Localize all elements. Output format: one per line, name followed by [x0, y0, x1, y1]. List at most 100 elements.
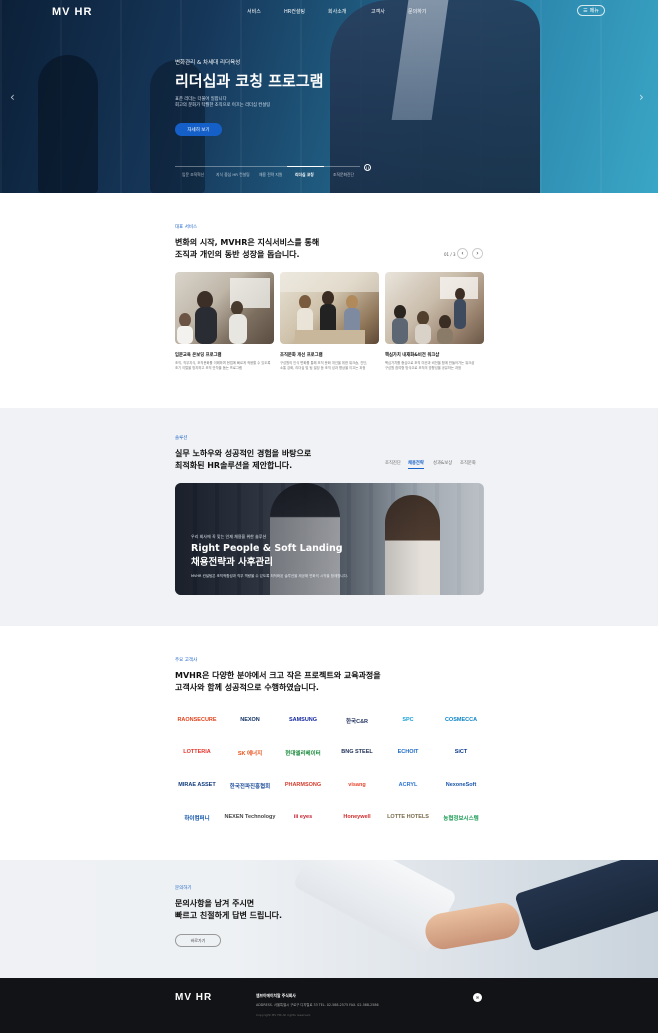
client-logo: ECHOIT [397, 749, 419, 755]
clients-title: MVHR은 다양한 분야에서 크고 작은 프로젝트와 교육과정을 고객사와 함께… [175, 670, 381, 694]
hero-tabs-indicator [287, 166, 324, 167]
hero-silhouette [38, 55, 98, 193]
solutions-title-line: 실무 노하우와 성공적인 경험을 바탕으로 [175, 449, 312, 458]
client-logo: RAONSECURE [177, 717, 217, 723]
client-logo: NEXON [240, 717, 260, 723]
banner-title-line: 채용전략과 사후관리 [191, 557, 273, 568]
contact-eyebrow: 문의하기 [175, 886, 192, 891]
hero-tab[interactable]: 지식 중심 HR 컨설팅 [216, 172, 250, 178]
client-logo: SAMSUNG [288, 717, 318, 723]
client-logo: LOTTE HOTELS [387, 814, 429, 820]
nav-item-clients[interactable]: 고객사 [371, 8, 385, 15]
contact-sleeve [514, 860, 658, 952]
hero-eyebrow: 변화관리 & 차세대 리더육성 [175, 60, 241, 66]
carousel-prev-icon[interactable]: ‹ [457, 248, 468, 259]
footer-logo[interactable]: MV HR [175, 992, 212, 1003]
meeting-photo [177, 278, 270, 344]
hamburger-icon: ☰ [583, 7, 588, 14]
card-description: 조직, 직무지식, 조직문화를 이해하며 현업에 빠르게 적응할 수 있도록 조… [175, 361, 273, 371]
services-title-line: 조직과 개인의 동반 성장을 돕습니다. [175, 250, 300, 259]
banner-eyebrow: 우리 회사에 꼭 맞는 인재 채용을 위한 솔루션 [191, 534, 267, 539]
hero-tab[interactable]: 조직문화진단 [333, 172, 354, 178]
page: MV HR 서비스 HR컨설팅 회사소개 고객사 문의하기 ☰ 메뉴 변화관리 … [0, 0, 658, 1033]
client-logo: 한국C&R [345, 719, 369, 725]
nav-item-consulting[interactable]: HR컨설팅 [284, 8, 305, 15]
banner-title-line: Right People & Soft Landing [191, 543, 343, 554]
client-logo: BNG STEEL [341, 749, 373, 755]
card-desc-line: 소통 강화, 리더십 및 팀 빌딩 등 조직 성과 향상을 이끄는 과정 [280, 366, 366, 370]
hero-tab-active[interactable]: 리더십 코칭 [295, 172, 314, 178]
card-image-culture[interactable] [280, 272, 379, 344]
banner-description: MVHR 컨설팅은 조직적합성과 직무 역량을 수 있도록 최적화된 솔루션을 … [191, 574, 348, 578]
solutions-eyebrow: 솔루션 [175, 436, 188, 441]
contact-title: 문의사항을 남겨 주시면 빠르고 친절하게 답변 드립니다. [175, 898, 282, 922]
contact-title-line: 빠르고 친절하게 답변 드립니다. [175, 911, 283, 920]
client-logo: LOTTERIA [183, 749, 211, 755]
client-logo: 한국전파진흥협회 [229, 784, 271, 790]
client-logo: Honeywell [343, 814, 371, 820]
solution-tab[interactable]: 조직진단 [385, 460, 401, 466]
team-photo [280, 272, 379, 344]
solution-tab[interactable]: 성과&보상 [433, 460, 452, 466]
card-desc-line: 조기 이탈을 방지하고 조직 안착을 돕는 프로그램 [175, 366, 242, 370]
client-logo: NexoneSoft [445, 782, 477, 788]
client-logo: ACRYL [398, 782, 418, 788]
card-description: 구성원의 인식 변화를 통해 조직 문화 개선을 위한 워크숍, 진단, 소통 … [280, 361, 378, 371]
contact-button[interactable]: 바로가기 [175, 934, 221, 947]
contact-title-line: 문의사항을 남겨 주시면 [175, 899, 255, 908]
solutions-title-line: 최적화된 HR솔루션을 제안합니다. [175, 461, 293, 470]
nav-item-contact[interactable]: 문의하기 [408, 8, 426, 15]
solutions-title: 실무 노하우와 성공적인 경험을 바탕으로 최적화된 HR솔루션을 제안합니다. [175, 448, 311, 472]
hero-tabs-track [175, 166, 360, 167]
contact-section [0, 860, 658, 978]
footer-copyright: Copyright MV HR All rights reserved. [256, 1013, 311, 1017]
carousel-next-icon[interactable]: › [472, 248, 483, 259]
hero-tab[interactable]: 채용 전략 지원 [259, 172, 282, 178]
footer-address: ADDRESS. 서울특별시 구로구 디지털로 33 TEL. 02-588-2… [256, 1003, 379, 1007]
solution-tab[interactable]: 조직문화 [460, 460, 476, 466]
hero-section [0, 0, 658, 193]
services-title-line: 변화의 시작, MVHR은 지식서비스를 통해 [175, 238, 320, 247]
hero-background [0, 0, 658, 193]
card-title[interactable]: 조직문화 개선 프로그램 [280, 352, 323, 358]
card-title[interactable]: 입문교육 온보딩 프로그램 [175, 352, 221, 358]
next-slide-icon[interactable]: › [639, 90, 644, 104]
nav-item-service[interactable]: 서비스 [247, 8, 261, 15]
services-title: 변화의 시작, MVHR은 지식서비스를 통해 조직과 개인의 동반 성장을 돕… [175, 237, 319, 261]
prev-slide-icon[interactable]: ‹ [10, 90, 15, 104]
client-logo: MIRAE ASSET [178, 782, 216, 788]
client-logo: 하이컴퍼니 [184, 816, 210, 822]
clients-title-line: MVHR은 다양한 분야에서 크고 작은 프로젝트와 교육과정을 [175, 671, 381, 680]
solution-tab-active[interactable]: 채용전략 [408, 460, 424, 469]
carousel-pager: 01 / 3 [444, 252, 456, 257]
menu-button[interactable]: ☰ 메뉴 [577, 5, 605, 16]
client-logo: SK 에너지 [237, 751, 263, 757]
hero-tabs: 입문 조직혁신 지식 중심 HR 컨설팅 채용 전략 지원 리더십 코칭 조직문… [175, 166, 371, 180]
client-logo: iii eyes [293, 814, 313, 820]
client-logo: PHARMSONG [284, 782, 322, 788]
client-logo: visang [348, 782, 366, 788]
clients-title-line: 고객사와 함께 성공적으로 수행하였습니다. [175, 683, 319, 692]
card-description: 핵심가치를 중심으로 조직 미션과 비전을 함께 만들어가는 워크샵 구성원 참… [385, 361, 483, 371]
client-logo: 농협정보시스템 [443, 816, 479, 822]
nav-item-about[interactable]: 회사소개 [328, 8, 346, 15]
client-logo: SiCT [454, 749, 468, 755]
client-logo: 현대엘리베이터 [285, 751, 321, 757]
workshop-photo [392, 277, 478, 344]
site-logo[interactable]: MV HR [52, 6, 92, 18]
card-title[interactable]: 핵심가치 내재화&비전 워크샵 [385, 352, 439, 358]
card-image-vision[interactable] [385, 272, 484, 344]
hero-desc-line: 회고의 문화가 탁월한 조직으로 이끄는 리더십 컨설팅 [175, 103, 271, 108]
hero-title: 리더십과 코칭 프로그램 [175, 72, 324, 90]
card-desc-line: 구성원 참여형 방식으로 조직의 방향성을 공유하는 과정 [385, 366, 462, 370]
hero-description: 표준 리더는 더불어 일합니다 회고의 문화가 탁월한 조직으로 이끄는 리더십… [175, 97, 315, 109]
chat-icon[interactable]: ✉ [473, 993, 482, 1002]
card-image-onboarding[interactable] [175, 272, 274, 344]
hero-cta-button[interactable]: 자세히 보기 [175, 123, 222, 136]
client-logo: NEXEN Technology [224, 814, 276, 820]
client-logo: COSMECCA [444, 717, 478, 723]
menu-label: 메뉴 [589, 8, 599, 14]
pause-icon[interactable]: ❙❙ [364, 164, 371, 171]
hero-tab[interactable]: 입문 조직혁신 [182, 172, 204, 178]
clients-eyebrow: 주요 고객사 [175, 658, 198, 663]
